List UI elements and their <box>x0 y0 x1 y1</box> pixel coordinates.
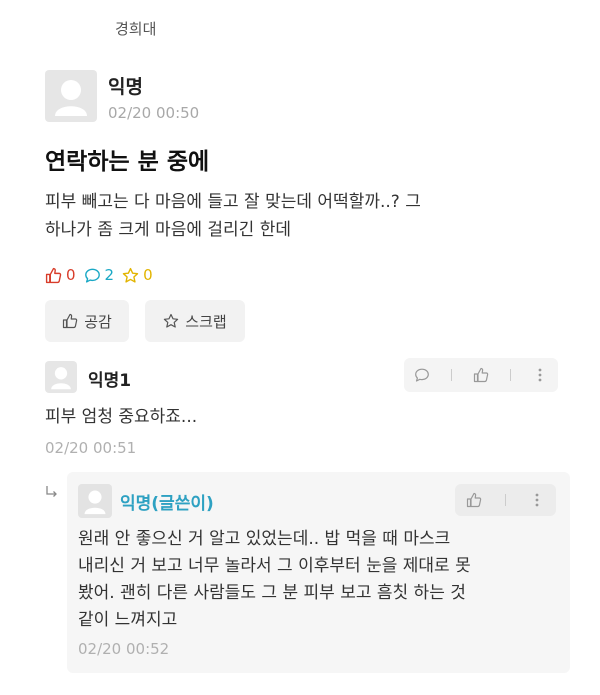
reply-body-line: 원래 안 좋으신 거 알고 있었는데.. 밥 먹을 때 마스크 <box>78 529 451 549</box>
default-avatar-icon <box>55 80 87 116</box>
post-time: 02/20 00:50 <box>108 104 200 122</box>
more-vertical-icon <box>538 368 541 382</box>
reply-author-avatar <box>78 484 112 518</box>
like-count-value: 0 <box>66 266 76 284</box>
scrap-button[interactable]: 스크랩 <box>145 300 245 342</box>
speech-bubble-icon <box>84 268 100 283</box>
star-icon <box>164 313 179 328</box>
comment-author-avatar <box>45 361 77 393</box>
scrap-button-label: 스크랩 <box>185 312 227 331</box>
like-reply-button[interactable] <box>466 492 482 508</box>
scrap-count-value: 0 <box>143 266 153 284</box>
more-vertical-icon <box>535 493 539 507</box>
post-title: 연락하는 분 중에 <box>45 149 210 175</box>
thumbs-up-icon <box>467 492 482 508</box>
thumbs-up-icon <box>473 367 489 383</box>
comment-actions <box>404 358 558 392</box>
more-options-button[interactable] <box>529 492 545 508</box>
like-button-label: 공감 <box>84 312 112 331</box>
like-button[interactable]: 공감 <box>45 300 129 342</box>
reply-body-line: 같이 느껴지고 <box>78 610 178 630</box>
post-body: 피부 빼고는 다 마음에 들고 잘 맞는데 어떡할까..? 그 하나가 좀 크게… <box>45 188 565 244</box>
like-count: 0 <box>45 266 76 284</box>
star-icon <box>122 267 139 283</box>
default-avatar-icon <box>51 367 71 390</box>
more-options-button[interactable] <box>532 367 548 383</box>
comment-body: 피부 엄청 중요하죠... <box>45 407 198 427</box>
post-body-line: 하나가 좀 크게 마음에 걸리긴 한데 <box>45 220 291 240</box>
reply-comment-button[interactable] <box>414 367 430 383</box>
thumbs-up-icon <box>63 313 78 329</box>
comment-count-value: 2 <box>104 266 115 284</box>
reply-arrow-icon <box>46 486 57 497</box>
post-author: 익명 <box>108 76 143 98</box>
post-stats: 0 2 0 <box>45 266 161 284</box>
like-comment-button[interactable] <box>473 367 489 383</box>
divider <box>504 494 506 506</box>
board-name[interactable]: 경희대 <box>115 18 156 39</box>
comment-count: 2 <box>84 266 115 284</box>
reply-time: 02/20 00:52 <box>78 640 170 658</box>
reply-actions <box>455 484 556 516</box>
comment-author: 익명1 <box>88 371 132 391</box>
comment-time: 02/20 00:51 <box>45 439 137 457</box>
post-body-line: 피부 빼고는 다 마음에 들고 잘 맞는데 어떡할까..? 그 <box>45 192 421 212</box>
reply-body-line: 봤어. 괜히 다른 사람들도 그 분 피부 보고 흠칫 하는 것 <box>78 583 466 603</box>
scrap-count: 0 <box>122 266 153 284</box>
reply-body: 원래 안 좋으신 거 알고 있었는데.. 밥 먹을 때 마스크 내리신 거 보고… <box>78 526 558 634</box>
divider <box>509 369 511 381</box>
default-avatar-icon <box>84 490 106 515</box>
reply-body-line: 내리신 거 보고 너무 놀라서 그 이후부터 눈을 제대로 못 <box>78 556 471 576</box>
speech-bubble-icon <box>415 368 430 382</box>
reply-author: 익명(글쓴이) <box>120 494 214 514</box>
post-author-avatar <box>45 70 97 122</box>
thumbs-up-icon <box>45 267 62 283</box>
divider <box>451 369 453 381</box>
